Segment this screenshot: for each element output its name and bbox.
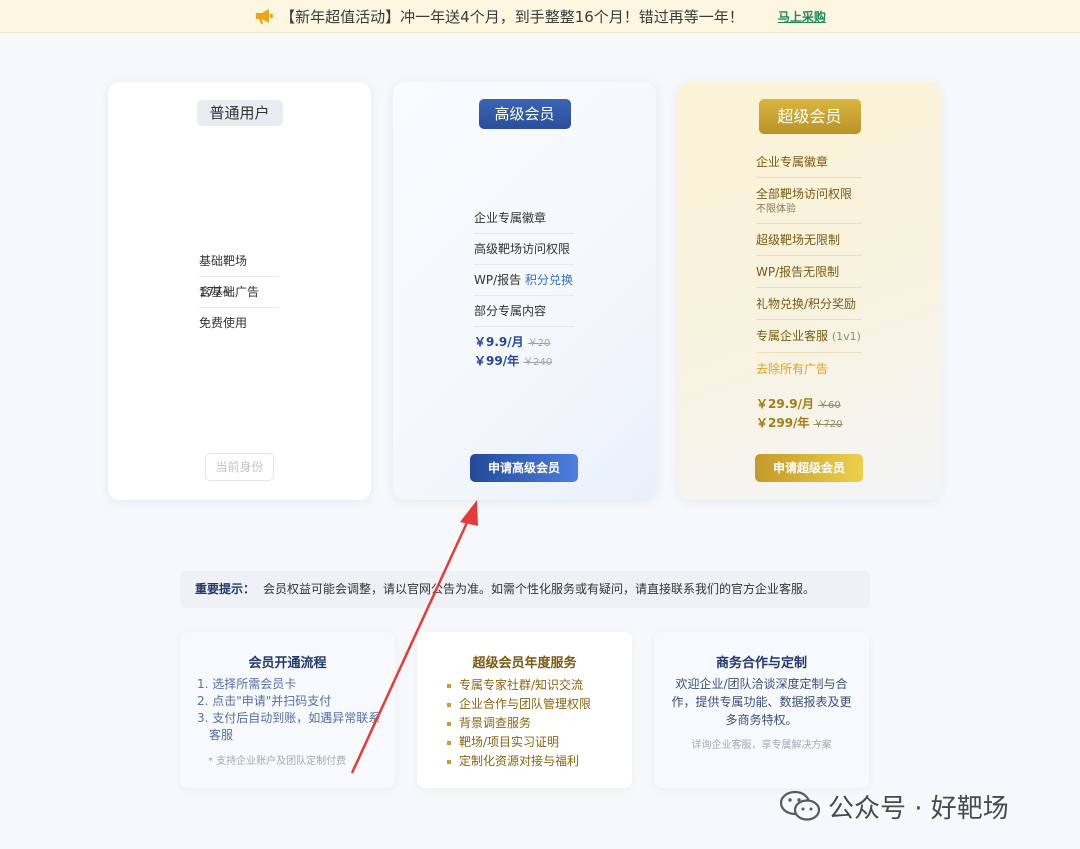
price-month-advanced: ￥9.9/月 ￥20 — [474, 333, 550, 350]
original-price: ￥720 — [813, 419, 843, 430]
plan-card-super: 超级会员 企业专属徽章 全部靶场访问权限 不限体验 超级靶场无限制 WP/报告无限… — [678, 82, 941, 500]
list-item: 礼物兑换/积分奖励 — [756, 288, 862, 320]
advanced-feature-list: 企业专属徽章 高级靶场访问权限 WP/报告 积分兑换 部分专属内容 — [474, 203, 574, 327]
banner-text: 【新年超值活动】冲一年送4个月，到手整整16个月！错过再等一年！ — [280, 7, 744, 26]
price-month-super: ￥29.9/月 ￥60 — [756, 395, 841, 412]
price-value: ￥99/年 — [474, 354, 520, 368]
wechat-watermark: 公众号 · 好靶场 — [778, 786, 1048, 826]
flow-steps: 1. 选择所需会员卡 2. 点击"申请"并扫码支付 3. 支付后自动到账，如遇异… — [197, 676, 382, 744]
feature-label: 全部靶场访问权限 — [756, 187, 853, 201]
list-item: 超级靶场无限制 — [756, 224, 862, 256]
super-service-box: 超级会员年度服务 专属专家社群/知识交流 企业合作与团队管理权限 背景调查服务 … — [417, 632, 632, 788]
list-item: 基础靶场 177+ — [199, 246, 279, 299]
list-item: 专属企业客服 (1v1) — [756, 320, 862, 353]
list-item: 企业合作与团队管理权限 — [447, 695, 591, 714]
price-value: ￥29.9/月 — [756, 397, 814, 411]
original-price: ￥240 — [523, 357, 553, 368]
current-status-button: 当前身份 — [205, 453, 274, 481]
super-service-list: 专属专家社群/知识交流 企业合作与团队管理权限 背景调查服务 靶场/项目实习证明… — [447, 676, 591, 771]
list-item: 部分专属内容 — [474, 296, 574, 327]
feature-sub: 不限体验 — [756, 204, 796, 215]
plan-card-basic: 普通用户 基础靶场 177+ 含基础广告 免费使用 当前身份 — [108, 82, 371, 500]
list-item: 企业专属徽章 — [474, 203, 574, 234]
buy-now-link[interactable]: 马上采购 — [778, 8, 826, 25]
important-notice: 重要提示： 会员权益可能会调整，请以官网公告为准。如需个性化服务或有疑问，请直接联… — [180, 571, 870, 608]
list-item: 定制化资源对接与福利 — [447, 752, 591, 771]
list-item: 专属专家社群/知识交流 — [447, 676, 591, 695]
list-item: 去除所有广告 — [756, 362, 829, 376]
list-item: 免费使用 — [199, 316, 248, 330]
plan-title-advanced: 高级会员 — [478, 99, 571, 129]
business-box: 商务合作与定制 欢迎企业/团队洽谈深度定制与合作，提供专属功能、数据报表及更多商… — [654, 632, 869, 788]
notice-text: 会员权益可能会调整，请以官网公告为准。如需个性化服务或有疑问，请直接联系我们的官… — [263, 582, 816, 596]
list-item: 1. 选择所需会员卡 — [197, 677, 297, 691]
points-exchange-label: 积分兑换 — [524, 273, 573, 287]
service-tag: (1v1) — [831, 330, 861, 343]
megaphone-icon — [256, 9, 274, 24]
original-price: ￥20 — [527, 338, 551, 349]
list-item: 2. 点击"申请"并扫码支付 — [197, 694, 332, 708]
flow-note: * 支持企业账户及团队定制付费 — [208, 756, 347, 767]
feature-label: 专属企业客服 — [756, 329, 829, 343]
apply-super-button[interactable]: 申请超级会员 — [755, 454, 863, 482]
flow-title: 会员开通流程 — [248, 656, 327, 671]
watermark-text: 公众号 · 好靶场 — [828, 793, 1009, 824]
business-title: 商务合作与定制 — [715, 656, 807, 671]
list-item: 高级靶场访问权限 — [474, 234, 574, 265]
business-text: 欢迎企业/团队洽谈深度定制与合作，提供专属功能、数据报表及更多商务特权。 — [671, 677, 852, 727]
list-item: 背景调查服务 — [447, 714, 591, 733]
list-item: 含基础广告 — [199, 277, 279, 308]
price-year-advanced: ￥99/年 ￥240 — [474, 352, 552, 369]
original-price: ￥60 — [818, 400, 841, 411]
price-year-super: ￥299/年 ￥720 — [756, 414, 843, 431]
wp-feature-label: WP/报告 — [474, 273, 522, 287]
list-item: 3. 支付后自动到账，如遇异常联系客服 — [197, 711, 381, 742]
super-feature-list: 企业专属徽章 全部靶场访问权限 不限体验 超级靶场无限制 WP/报告无限制 礼物兑… — [756, 146, 862, 384]
notice-label: 重要提示： — [195, 582, 256, 596]
business-note: 详询企业客服，享专属解决方案 — [691, 740, 832, 751]
plan-title-super: 超级会员 — [758, 99, 861, 134]
list-item: 企业专属徽章 — [756, 146, 862, 178]
plan-title-basic: 普通用户 — [196, 100, 283, 126]
wechat-icon — [779, 790, 821, 821]
plan-card-advanced: 高级会员 企业专属徽章 高级靶场访问权限 WP/报告 积分兑换 部分专属内容 ￥… — [393, 82, 656, 500]
basic-feature-list: 基础靶场 177+ 含基础广告 免费使用 — [199, 246, 279, 339]
price-value: ￥299/年 — [756, 416, 810, 430]
super-service-title: 超级会员年度服务 — [472, 656, 577, 671]
membership-flow-box: 会员开通流程 1. 选择所需会员卡 2. 点击"申请"并扫码支付 3. 支付后自… — [180, 632, 395, 788]
list-item: 靶场/项目实习证明 — [447, 733, 591, 752]
apply-advanced-button[interactable]: 申请高级会员 — [470, 454, 578, 482]
list-item: WP/报告 积分兑换 — [474, 265, 574, 296]
price-value: ￥9.9/月 — [474, 335, 524, 349]
list-item: 全部靶场访问权限 不限体验 — [756, 178, 862, 224]
list-item: WP/报告无限制 — [756, 256, 862, 288]
promo-banner: 【新年超值活动】冲一年送4个月，到手整整16个月！错过再等一年！ 马上采购 — [0, 0, 1080, 33]
